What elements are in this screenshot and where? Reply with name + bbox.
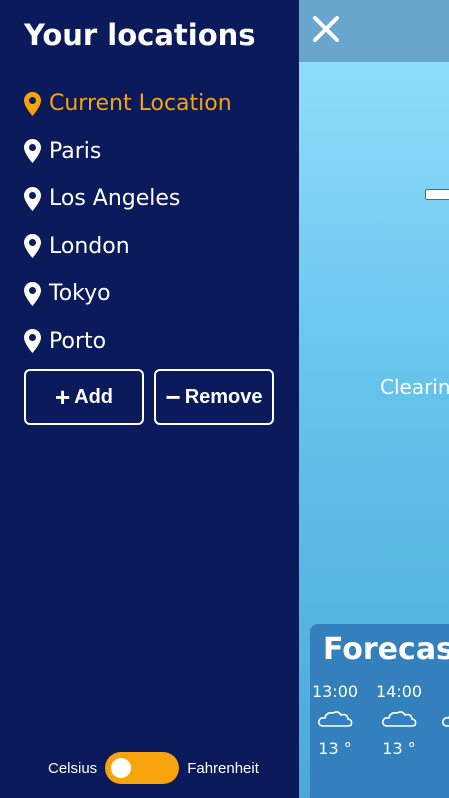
forecast-item: 13:00 13 ° xyxy=(310,682,360,758)
minus-icon: − xyxy=(165,382,181,412)
add-label: Add xyxy=(74,385,114,408)
forecast-title: Forecast xyxy=(323,632,449,667)
plus-icon: + xyxy=(54,382,71,412)
weather-top-bar xyxy=(299,0,449,62)
forecast-temp: 13 ° xyxy=(382,739,416,758)
cloud-icon xyxy=(374,709,424,729)
map-pin-icon xyxy=(24,281,41,306)
location-label: Current Location xyxy=(49,91,232,117)
unit-toggle[interactable] xyxy=(105,752,180,784)
map-pin-icon xyxy=(24,91,41,116)
cloud-icon xyxy=(310,709,360,729)
toggle-knob[interactable] xyxy=(111,758,132,778)
location-item-paris[interactable]: Paris xyxy=(24,128,232,176)
forecast-time: 14:00 xyxy=(375,682,423,701)
location-label: Tokyo xyxy=(49,281,111,307)
location-label: London xyxy=(49,233,130,259)
fahrenheit-label: Fahrenheit xyxy=(187,759,259,777)
location-label: Paris xyxy=(49,138,102,164)
drawer-title: Your locations xyxy=(24,18,256,52)
map-pin-icon xyxy=(24,139,41,164)
forecast-temp: 13 ° xyxy=(318,739,352,758)
add-location-button[interactable]: + Add xyxy=(24,369,144,425)
close-drawer-button[interactable] xyxy=(309,12,343,46)
map-pin-icon xyxy=(24,234,41,259)
celsius-label: Celsius xyxy=(48,759,98,777)
location-label: Los Angeles xyxy=(49,186,181,212)
weather-condition: Clearin xyxy=(380,375,449,399)
close-icon xyxy=(313,16,339,42)
locations-drawer: Your locations Current Location Paris Lo… xyxy=(0,0,299,798)
temperature-indicator xyxy=(425,189,449,200)
unit-switch-row: Celsius Fahrenheit xyxy=(48,752,259,784)
location-list: Current Location Paris Los Angeles Londo… xyxy=(24,80,232,365)
forecast-item: 14:00 13 ° xyxy=(374,682,424,758)
forecast-time: 15 xyxy=(434,682,449,701)
map-pin-icon xyxy=(24,329,41,354)
location-item-current[interactable]: Current Location xyxy=(24,80,232,128)
forecast-card: Forecast 13:00 13 ° 14:00 13 ° 15 xyxy=(310,624,449,798)
location-item-los-angeles[interactable]: Los Angeles xyxy=(24,175,232,223)
forecast-item: 15 xyxy=(434,682,449,739)
location-label: Porto xyxy=(49,328,107,354)
cloud-icon xyxy=(434,709,449,729)
location-item-porto[interactable]: Porto xyxy=(24,318,232,366)
remove-location-button[interactable]: − Remove xyxy=(154,369,274,425)
map-pin-icon xyxy=(24,186,41,211)
weather-panel: Clearin Forecast 13:00 13 ° 14:00 13 ° 1… xyxy=(299,0,449,798)
location-item-tokyo[interactable]: Tokyo xyxy=(24,270,232,318)
remove-label: Remove xyxy=(184,385,263,408)
location-item-london[interactable]: London xyxy=(24,223,232,271)
forecast-time: 13:00 xyxy=(311,682,359,701)
